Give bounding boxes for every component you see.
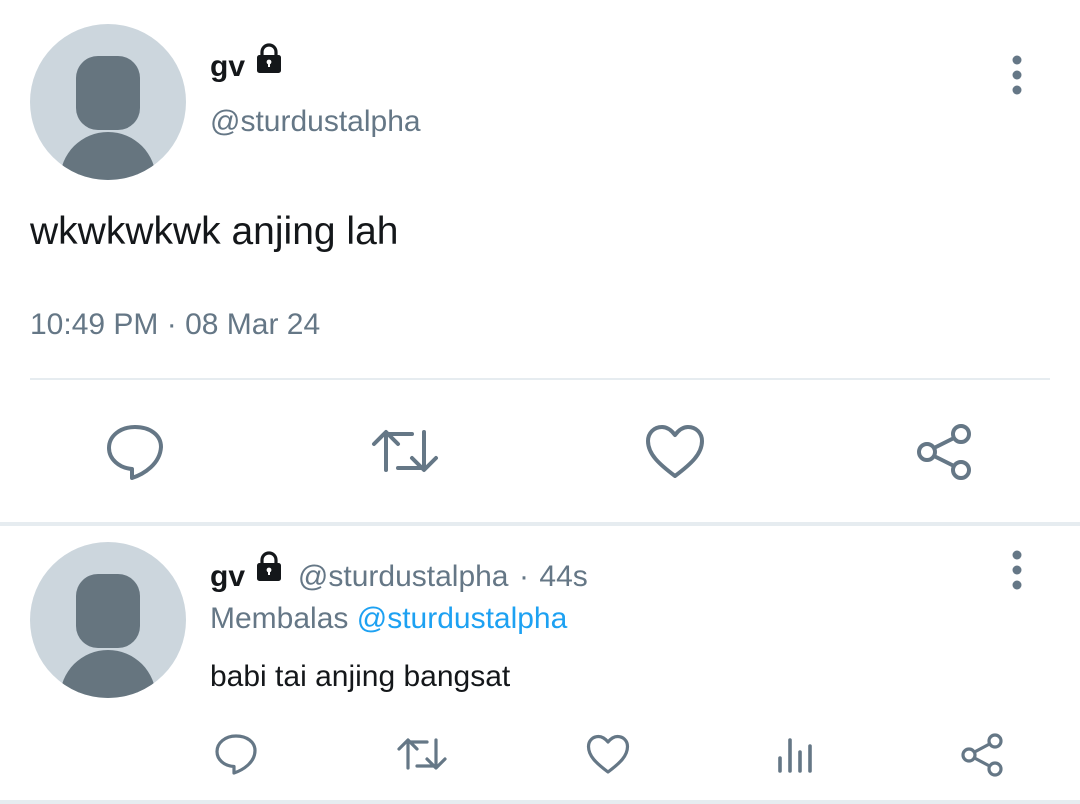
avatar[interactable]: [30, 542, 186, 698]
heart-icon[interactable]: [645, 424, 705, 480]
main-tweet: gv @sturdustalpha wkwkwkwk anjing lah 10…: [0, 0, 1080, 522]
avatar-body-shape: [60, 132, 156, 180]
retweet-icon[interactable]: [396, 734, 448, 774]
replying-to-mention[interactable]: @sturdustalpha: [357, 602, 568, 635]
more-vertical-icon[interactable]: [997, 46, 1037, 106]
share-icon[interactable]: [960, 732, 1006, 778]
avatar-head-shape: [76, 574, 140, 648]
tweet-timestamp[interactable]: 10:49 PM · 08 Mar 24: [30, 310, 320, 340]
author-handle[interactable]: @sturdustalpha: [210, 107, 421, 137]
analytics-icon[interactable]: [776, 734, 816, 774]
retweet-icon[interactable]: [370, 424, 440, 478]
reply-tweet[interactable]: gv @sturdustalpha · 44s Membalas @sturdu…: [0, 526, 1080, 804]
replying-to-label: Membalas: [210, 602, 349, 635]
avatar[interactable]: [30, 24, 186, 180]
more-vertical-icon[interactable]: [997, 541, 1037, 601]
display-name[interactable]: gv: [210, 42, 245, 82]
author-name-row: gv: [210, 42, 285, 82]
tweet-text: wkwkwkwk anjing lah: [30, 210, 399, 253]
author-handle[interactable]: @sturdustalpha: [298, 550, 509, 592]
lock-icon: [253, 42, 285, 79]
meta-separator: ·: [518, 560, 529, 593]
avatar-head-shape: [76, 56, 140, 130]
time-ago: 44s: [539, 560, 588, 593]
reply-header: gv @sturdustalpha · 44s: [210, 550, 588, 592]
display-name[interactable]: gv: [210, 550, 245, 592]
replying-to-line: Membalas @sturdustalpha: [210, 604, 567, 634]
reply-icon[interactable]: [104, 422, 166, 482]
reply-icon[interactable]: [214, 732, 258, 776]
avatar-body-shape: [60, 650, 156, 698]
share-icon[interactable]: [915, 422, 977, 482]
heart-icon[interactable]: [586, 734, 630, 776]
lock-icon: [253, 550, 285, 587]
bottom-divider: [0, 800, 1080, 804]
reply-text: babi tai anjing bangsat: [210, 660, 511, 693]
divider: [30, 378, 1050, 380]
